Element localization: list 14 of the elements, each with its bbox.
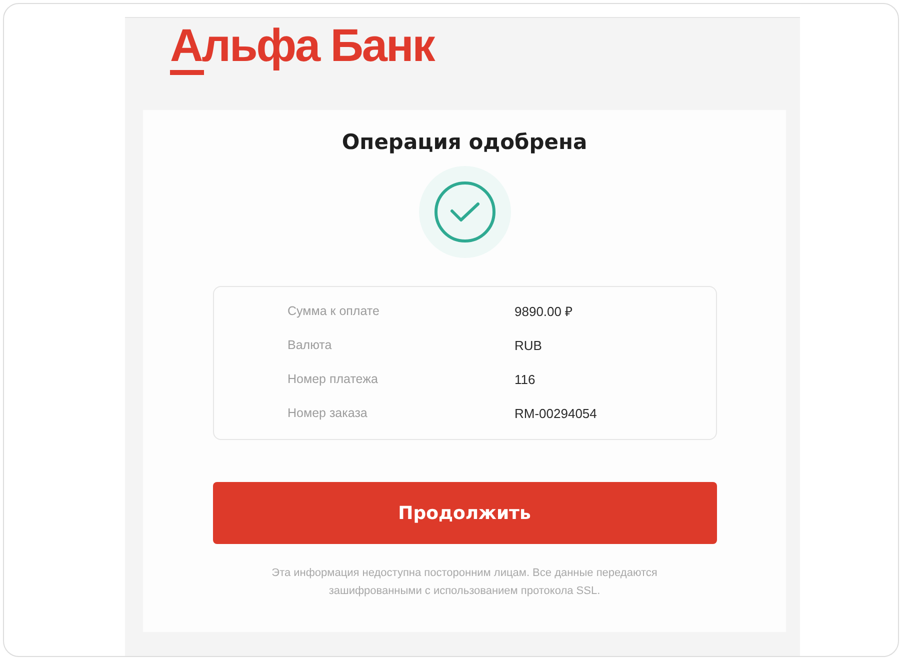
detail-value: 9890.00 ₽: [514, 303, 574, 320]
status-title: Операция одобрена: [342, 129, 588, 156]
logo-underline-icon: [170, 70, 204, 75]
detail-value: 116: [514, 372, 536, 386]
detail-label: Номер заказа: [288, 406, 368, 420]
check-circle-icon: [418, 166, 510, 258]
detail-value: RM-00294054: [514, 406, 597, 420]
detail-value: RUB: [514, 338, 542, 352]
security-note: Эта информация недоступна посторонним лицам. Все данные передаются зашифрованными с использованием протокола SSL.: [270, 566, 658, 599]
continue-button[interactable]: Продолжить: [212, 482, 716, 544]
detail-label: Номер платежа: [288, 372, 378, 386]
detail-label: Сумма к оплате: [288, 304, 380, 318]
bank-logo-text: Альфа Банк: [170, 22, 434, 68]
detail-label: Валюта: [288, 338, 332, 352]
